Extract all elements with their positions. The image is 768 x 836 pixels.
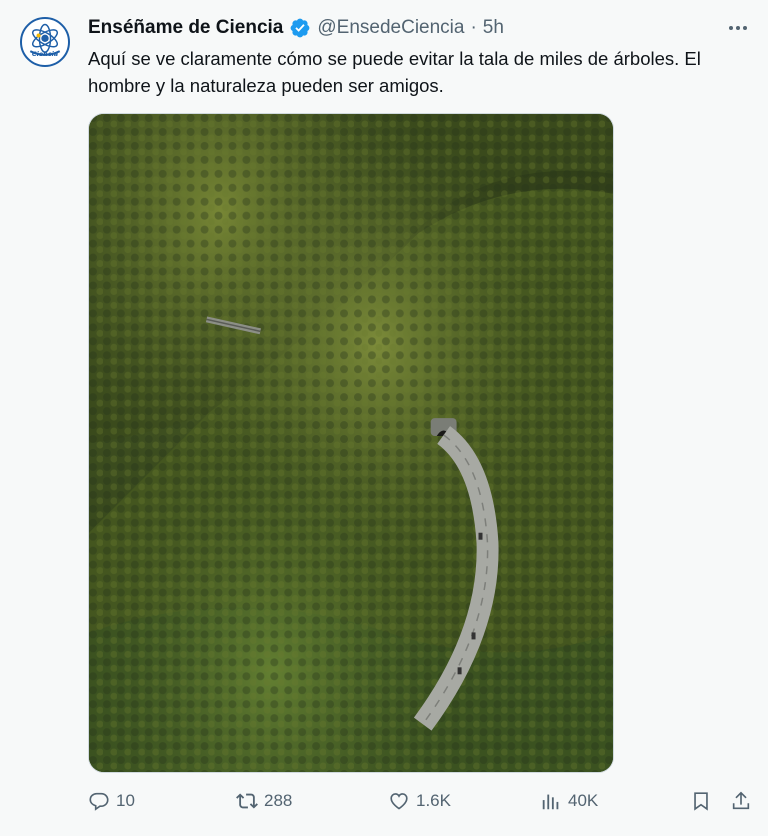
tweet[interactable]: Ciencia Enséñame de Ciencia @EnsedeCienc… (0, 0, 768, 836)
display-name[interactable]: Enséñame de Ciencia (88, 17, 283, 39)
forest-highway-photo (89, 114, 613, 772)
verified-badge-icon (290, 18, 310, 38)
heart-icon (390, 793, 408, 810)
tweet-media-image[interactable] (88, 113, 614, 773)
share-button[interactable] (730, 786, 752, 816)
tweet-text: Aquí se ve claramente cómo se puede evit… (88, 48, 701, 96)
like-button[interactable]: 1.6K (388, 786, 451, 816)
retweet-button[interactable]: 288 (236, 786, 292, 816)
bookmark-button[interactable] (690, 786, 712, 816)
author-handle[interactable]: @EnsedeCiencia (317, 17, 464, 39)
retweet-count: 288 (264, 791, 293, 810)
more-options-icon[interactable] (726, 18, 750, 38)
separator-dot: · (470, 17, 477, 38)
avatar[interactable]: Ciencia (20, 17, 70, 67)
reply-button[interactable]: 10 (88, 786, 135, 816)
tweet-actions: 10 288 1.6K 40K (0, 786, 768, 816)
tweet-header: Enséñame de Ciencia @EnsedeCiencia · 5h (88, 16, 504, 40)
tweet-timestamp[interactable]: 5h (483, 17, 504, 39)
atom-logo-icon: Ciencia (22, 19, 68, 65)
views-chart-icon (542, 794, 559, 810)
bookmark-icon (694, 792, 708, 811)
reply-icon (89, 792, 109, 811)
views-count: 40K (568, 791, 599, 810)
retweet-icon (236, 793, 258, 809)
views-button[interactable]: 40K (540, 786, 598, 816)
avatar-text: Ciencia (32, 50, 58, 58)
reply-count: 10 (116, 791, 135, 810)
like-count: 1.6K (416, 791, 451, 810)
share-icon (732, 791, 750, 810)
